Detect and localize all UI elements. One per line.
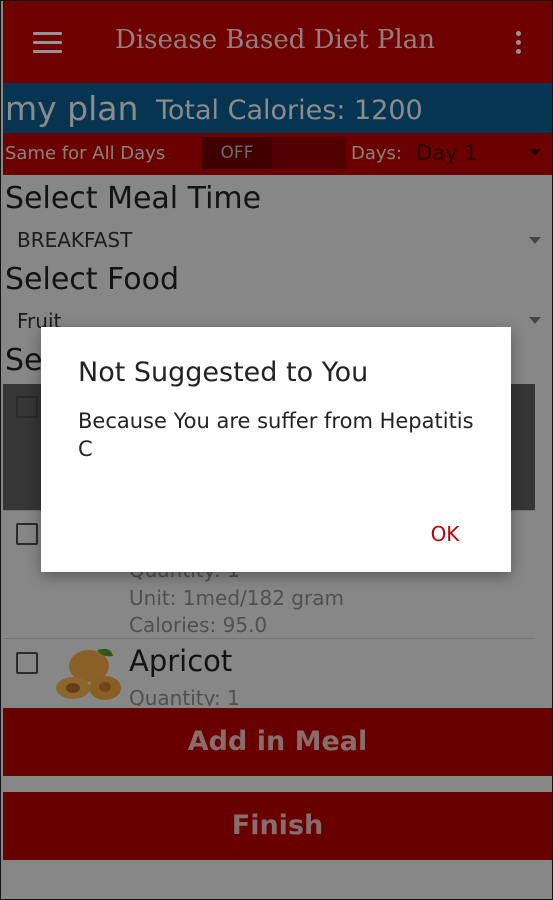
dialog-title: Not Suggested to You (78, 357, 369, 388)
alert-dialog: Not Suggested to You Because You are suf… (41, 327, 511, 572)
ok-button[interactable]: OK (415, 519, 475, 549)
dialog-message: Because You are suffer from Hepatitis C (78, 409, 474, 461)
